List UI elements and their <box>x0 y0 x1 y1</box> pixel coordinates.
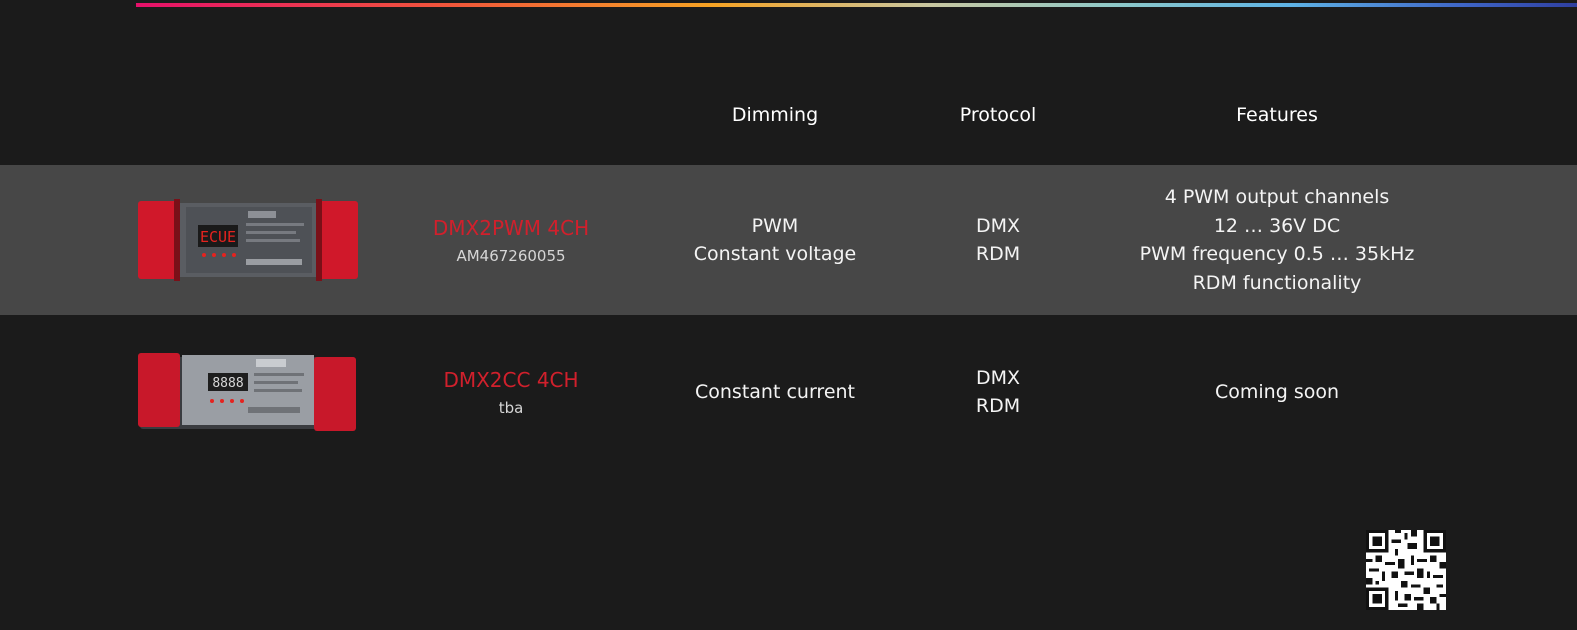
features-cell: 4 PWM output channels 12 … 36V DC PWM fr… <box>1140 165 1415 315</box>
feature-item: PWM frequency 0.5 … 35kHz <box>1139 243 1415 265</box>
dimming-cell: PWM Constant voltage <box>694 165 856 315</box>
protocol-value: DMX <box>975 366 1021 389</box>
product-image-dmx2pwm: ECUE <box>138 199 358 281</box>
header-protocol: Protocol <box>959 104 1037 126</box>
svg-text:8888: 8888 <box>212 376 243 391</box>
dimming-value: Constant voltage <box>693 243 857 265</box>
features-cell: Coming soon <box>1215 317 1339 467</box>
protocol-cell: DMX RDM <box>976 165 1020 315</box>
header-features: Features <box>1236 104 1318 126</box>
header-dimming: Dimming <box>731 104 819 126</box>
feature-item: 4 PWM output channels <box>1164 186 1390 208</box>
product-name-cell: DMX2CC 4CH tba <box>443 317 578 467</box>
svg-text:ECUE: ECUE <box>200 228 236 246</box>
dimming-value: PWM <box>751 214 799 237</box>
product-code: tba <box>498 398 524 417</box>
product-name[interactable]: DMX2CC 4CH <box>443 366 578 395</box>
top-gradient-bar <box>136 3 1577 7</box>
product-name-cell: DMX2PWM 4CH AM467260055 <box>433 165 589 315</box>
qr-code-icon[interactable] <box>1366 530 1446 610</box>
dimming-value: Constant current <box>695 380 855 403</box>
table-row: ECUE DMX2PWM 4CH AM467260055 PWM Constan… <box>0 165 1577 315</box>
feature-item: 12 … 36V DC <box>1213 214 1341 237</box>
product-image-dmx2cc: 8888 <box>138 353 356 431</box>
product-code: AM467260055 <box>456 246 566 265</box>
feature-item: RDM functionality <box>1192 271 1362 294</box>
protocol-value: RDM <box>975 243 1021 265</box>
protocol-value: DMX <box>975 214 1021 237</box>
product-name[interactable]: DMX2PWM 4CH <box>433 214 589 243</box>
dimming-cell: Constant current <box>695 317 855 467</box>
protocol-cell: DMX RDM <box>976 317 1020 467</box>
protocol-value: RDM <box>975 395 1021 417</box>
table-row: 8888 DMX2CC 4CH tba Constant current DMX… <box>0 317 1577 467</box>
feature-item: Coming soon <box>1214 380 1340 403</box>
